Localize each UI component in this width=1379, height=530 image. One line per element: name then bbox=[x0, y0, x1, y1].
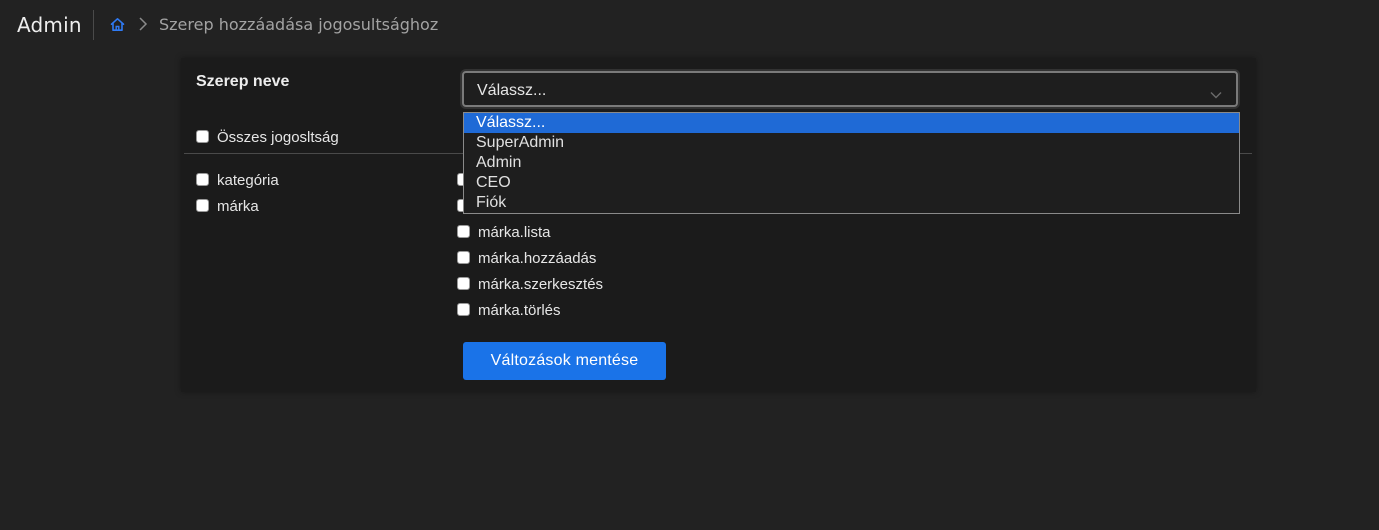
header-divider bbox=[93, 10, 94, 40]
role-option[interactable]: SuperAdmin bbox=[464, 133, 1239, 153]
group-label: márka bbox=[217, 198, 259, 215]
breadcrumb-current: Szerep hozzáadása jogosultsághoz bbox=[159, 15, 439, 34]
permission-checkbox[interactable] bbox=[457, 303, 470, 316]
role-select[interactable]: Válassz... bbox=[462, 71, 1238, 107]
group-label: kategória bbox=[217, 172, 279, 189]
role-permission-card: Szerep neve Válassz... Összes jogosltság… bbox=[181, 58, 1256, 392]
role-select-value: Válassz... bbox=[477, 82, 547, 99]
all-permissions-label: Összes jogosltság bbox=[217, 129, 339, 146]
all-permissions-checkbox[interactable] bbox=[196, 130, 209, 143]
app-title: Admin bbox=[17, 13, 82, 37]
permission-checkbox[interactable] bbox=[457, 277, 470, 290]
chevron-right-icon bbox=[137, 16, 149, 32]
top-bar: Admin Szerep hozzáadása jogosultsághoz bbox=[0, 0, 1379, 50]
role-option[interactable]: Válassz... bbox=[464, 113, 1239, 133]
permission-label: márka.törlés bbox=[478, 302, 561, 319]
permission-label: márka.szerkesztés bbox=[478, 276, 604, 293]
permission-label: márka.lista bbox=[478, 224, 551, 241]
role-option[interactable]: Admin bbox=[464, 153, 1239, 173]
permission-checkbox[interactable] bbox=[457, 225, 470, 238]
role-dropdown-list: Válassz... SuperAdmin Admin CEO Fiók bbox=[463, 112, 1240, 214]
chevron-down-icon bbox=[1210, 86, 1222, 99]
role-option[interactable]: Fiók bbox=[464, 193, 1239, 213]
role-option[interactable]: CEO bbox=[464, 173, 1239, 193]
role-name-label: Szerep neve bbox=[196, 73, 290, 90]
permission-label: márka.hozzáadás bbox=[478, 250, 597, 267]
home-icon[interactable] bbox=[110, 17, 125, 32]
group-checkbox[interactable] bbox=[196, 173, 209, 186]
permission-checkbox[interactable] bbox=[457, 251, 470, 264]
save-changes-button[interactable]: Változások mentése bbox=[463, 342, 666, 380]
group-checkbox[interactable] bbox=[196, 199, 209, 212]
